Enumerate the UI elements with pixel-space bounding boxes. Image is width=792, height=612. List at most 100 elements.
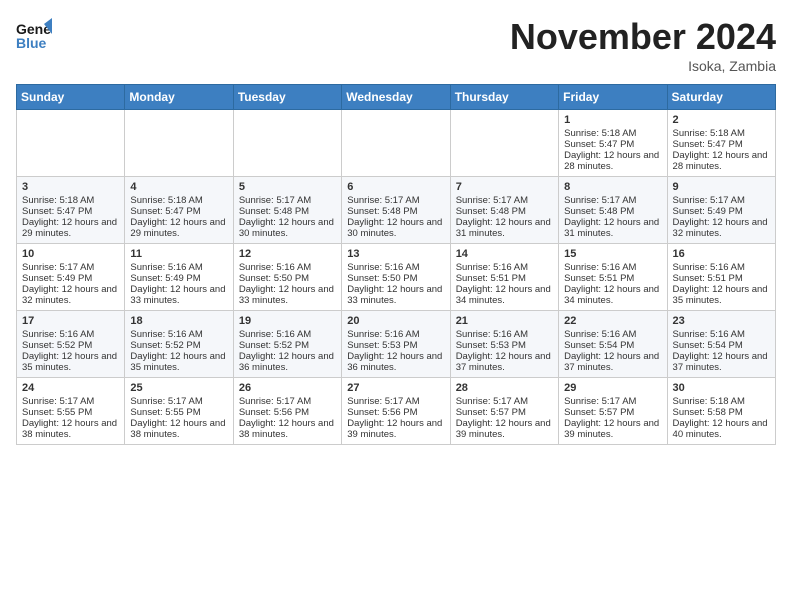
day-number: 2: [673, 114, 770, 126]
day-number: 29: [564, 382, 661, 394]
day-info: Sunrise: 5:16 AM: [673, 262, 770, 273]
day-info: Daylight: 12 hours and 36 minutes.: [347, 351, 444, 373]
day-info: Sunset: 5:58 PM: [673, 407, 770, 418]
day-info: Sunset: 5:53 PM: [347, 340, 444, 351]
day-info: Sunset: 5:48 PM: [239, 206, 336, 217]
day-info: Daylight: 12 hours and 37 minutes.: [456, 351, 553, 373]
calendar-cell: 27Sunrise: 5:17 AMSunset: 5:56 PMDayligh…: [342, 378, 450, 445]
day-info: Daylight: 12 hours and 28 minutes.: [673, 150, 770, 172]
weekday-header: Friday: [559, 85, 667, 110]
day-number: 20: [347, 315, 444, 327]
day-info: Sunset: 5:52 PM: [130, 340, 227, 351]
day-number: 19: [239, 315, 336, 327]
day-number: 28: [456, 382, 553, 394]
location: Isoka, Zambia: [510, 58, 776, 74]
calendar-cell: 10Sunrise: 5:17 AMSunset: 5:49 PMDayligh…: [17, 244, 125, 311]
day-info: Daylight: 12 hours and 30 minutes.: [239, 217, 336, 239]
svg-text:Blue: Blue: [16, 35, 47, 51]
calendar-week-row: 10 Sunrise: 5:17 AMSunset: 5:49 PM Dayligh…: [17, 244, 776, 311]
day-info: Sunrise: 5:17 AM: [22, 396, 119, 407]
day-info: Sunrise: 5:16 AM: [347, 262, 444, 273]
weekday-header: Sunday: [17, 85, 125, 110]
day-info: Sunrise: 5:16 AM: [673, 329, 770, 340]
day-info: Daylight: 12 hours and 29 minutes.: [130, 217, 227, 239]
day-number: 26: [239, 382, 336, 394]
day-number: 12: [239, 248, 336, 260]
day-info: Sunset: 5:49 PM: [673, 206, 770, 217]
day-number: 27: [347, 382, 444, 394]
day-info: Daylight: 12 hours and 40 minutes.: [673, 418, 770, 440]
day-info: Daylight: 12 hours and 39 minutes.: [456, 418, 553, 440]
weekday-header: Monday: [125, 85, 233, 110]
day-info: Daylight: 12 hours and 37 minutes.: [564, 351, 661, 373]
calendar-cell: 1Sunrise: 5:18 AMSunset: 5:47 PMDaylight…: [559, 110, 667, 177]
day-number: 13: [347, 248, 444, 260]
day-info: Daylight: 12 hours and 34 minutes.: [564, 284, 661, 306]
calendar-week-row: 3Sunrise: 5:18 AMSunset: 5:47 PMDaylight…: [17, 177, 776, 244]
day-info: Sunset: 5:50 PM: [239, 273, 336, 284]
day-info: Sunset: 5:54 PM: [673, 340, 770, 351]
day-info: Sunset: 5:53 PM: [456, 340, 553, 351]
calendar-cell: 4Sunrise: 5:18 AMSunset: 5:47 PMDaylight…: [125, 177, 233, 244]
calendar-cell: 20Sunrise: 5:16 AMSunset: 5:53 PMDayligh…: [342, 311, 450, 378]
day-info: Daylight: 12 hours and 31 minutes.: [456, 217, 553, 239]
day-info: Sunset: 5:47 PM: [673, 139, 770, 150]
day-number: 3: [22, 181, 119, 193]
day-info: Sunset: 5:48 PM: [456, 206, 553, 217]
day-info: Daylight: 12 hours and 32 minutes.: [673, 217, 770, 239]
day-info: Sunrise: 5:16 AM: [22, 329, 119, 340]
day-number: 5: [239, 181, 336, 193]
calendar-cell: 17Sunrise: 5:16 AMSunset: 5:52 PMDayligh…: [17, 311, 125, 378]
day-info: Sunrise: 5:17 AM: [564, 396, 661, 407]
day-number: 23: [673, 315, 770, 327]
day-info: Sunrise: 5:16 AM: [456, 329, 553, 340]
calendar-cell: 28Sunrise: 5:17 AMSunset: 5:57 PMDayligh…: [450, 378, 558, 445]
day-info: Daylight: 12 hours and 39 minutes.: [564, 418, 661, 440]
day-number: 17: [22, 315, 119, 327]
day-number: 30: [673, 382, 770, 394]
day-info: Sunset: 5:50 PM: [347, 273, 444, 284]
calendar-cell: 14Sunrise: 5:16 AMSunset: 5:51 PMDayligh…: [450, 244, 558, 311]
day-info: Sunrise: 5:17 AM: [347, 396, 444, 407]
day-info: Sunrise: 5:16 AM: [564, 329, 661, 340]
day-info: Sunrise: 5:17 AM: [22, 262, 119, 273]
page-header: General Blue November 2024 Isoka, Zambia: [16, 16, 776, 74]
calendar-cell: 6Sunrise: 5:17 AMSunset: 5:48 PMDaylight…: [342, 177, 450, 244]
calendar-cell: 29 Sunrise: 5:17 AMSunset: 5:57 PMDayligh…: [559, 378, 667, 445]
day-info: Daylight: 12 hours and 33 minutes.: [347, 284, 444, 306]
day-info: Sunrise: 5:16 AM: [239, 329, 336, 340]
calendar-week-row: 1Sunrise: 5:18 AMSunset: 5:47 PMDaylight…: [17, 110, 776, 177]
day-number: 21: [456, 315, 553, 327]
calendar-cell: 19Sunrise: 5:16 AMSunset: 5:52 PMDayligh…: [233, 311, 341, 378]
day-info: Sunset: 5:47 PM: [22, 206, 119, 217]
calendar-cell: [450, 110, 558, 177]
calendar-cell: 3Sunrise: 5:18 AMSunset: 5:47 PMDaylight…: [17, 177, 125, 244]
calendar-cell: 26Sunrise: 5:17 AMSunset: 5:56 PMDayligh…: [233, 378, 341, 445]
day-number: 9: [673, 181, 770, 193]
day-info: Sunset: 5:51 PM: [456, 273, 553, 284]
calendar-cell: 13 Sunrise: 5:16 AMSunset: 5:50 PMDayligh…: [342, 244, 450, 311]
weekday-header: Tuesday: [233, 85, 341, 110]
calendar-cell: 18Sunrise: 5:16 AMSunset: 5:52 PMDayligh…: [125, 311, 233, 378]
day-info: Sunset: 5:51 PM: [673, 273, 770, 284]
calendar-cell: 2Sunrise: 5:18 AMSunset: 5:47 PMDaylight…: [667, 110, 775, 177]
calendar-cell: 25Sunrise: 5:17 AMSunset: 5:55 PMDayligh…: [125, 378, 233, 445]
calendar-week-row: 24Sunrise: 5:17 AMSunset: 5:55 PMDayligh…: [17, 378, 776, 445]
calendar-cell: [125, 110, 233, 177]
calendar-cell: 5Sunrise: 5:17 AMSunset: 5:48 PMDaylight…: [233, 177, 341, 244]
day-number: 25: [130, 382, 227, 394]
day-info: Sunrise: 5:18 AM: [673, 396, 770, 407]
day-info: Sunset: 5:54 PM: [564, 340, 661, 351]
day-info: Daylight: 12 hours and 38 minutes.: [239, 418, 336, 440]
day-info: Sunset: 5:47 PM: [130, 206, 227, 217]
day-info: Sunset: 5:49 PM: [22, 273, 119, 284]
day-info: Sunset: 5:52 PM: [239, 340, 336, 351]
day-info: Sunset: 5:57 PM: [564, 407, 661, 418]
calendar-table: SundayMondayTuesdayWednesdayThursdayFrid…: [16, 84, 776, 445]
logo: General Blue: [16, 16, 52, 52]
day-number: 4: [130, 181, 227, 193]
day-number: 10: [22, 248, 119, 260]
day-info: Sunrise: 5:17 AM: [130, 396, 227, 407]
calendar-cell: 7Sunrise: 5:17 AMSunset: 5:48 PMDaylight…: [450, 177, 558, 244]
calendar-cell: 15Sunrise: 5:16 AMSunset: 5:51 PMDayligh…: [559, 244, 667, 311]
